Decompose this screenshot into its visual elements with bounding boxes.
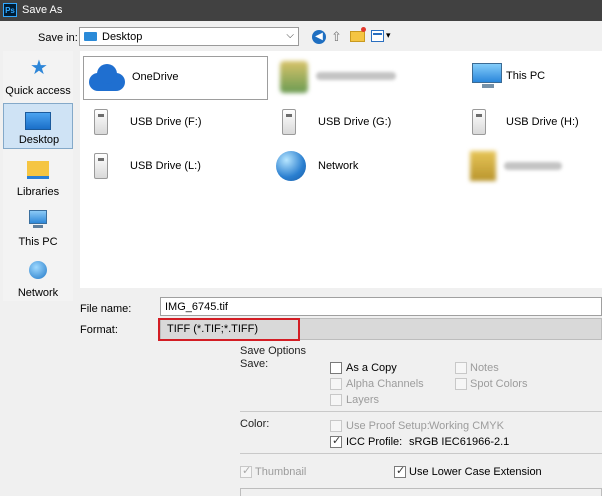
file-item-label: USB Drive (H:) — [506, 116, 579, 128]
file-item-usb-g[interactable]: USB Drive (G:) — [278, 103, 448, 143]
layers-label: Layers — [346, 394, 380, 406]
usb-drive-icon — [94, 153, 108, 179]
file-item-label: USB Drive (F:) — [130, 116, 202, 128]
file-item-label: USB Drive (L:) — [130, 160, 201, 172]
places-sidebar: ★ Quick access Desktop Libraries This PC… — [3, 51, 73, 301]
usb-drive-icon — [472, 109, 486, 135]
back-icon[interactable]: ◀ — [312, 30, 326, 44]
lower-case-extension-checkbox[interactable] — [394, 464, 406, 478]
file-item-usb-h[interactable]: USB Drive (H:) — [468, 103, 598, 143]
file-item-usb-l[interactable]: USB Drive (L:) — [90, 147, 260, 187]
file-item-folder[interactable] — [468, 147, 598, 187]
file-item-usb-f[interactable]: USB Drive (F:) — [90, 103, 260, 143]
save-in-value: Desktop — [102, 31, 143, 43]
sidebar-item-libraries[interactable]: Libraries — [3, 154, 73, 200]
sidebar-item-label: Network — [17, 287, 59, 299]
network-icon — [29, 261, 47, 279]
view-bar — [373, 33, 382, 35]
window-title: Save As — [22, 4, 63, 16]
notes-label: Notes — [470, 362, 499, 374]
computer-icon — [472, 63, 502, 88]
onedrive-icon — [89, 64, 125, 91]
sidebar-item-desktop[interactable]: Desktop — [3, 103, 73, 149]
user-folder-icon — [280, 61, 308, 93]
icc-profile-label: ICC Profile: — [346, 436, 403, 448]
file-name-input[interactable]: IMG_6745.tif — [160, 297, 602, 316]
sidebar-item-label: This PC — [18, 236, 58, 248]
thumbnail-label: Thumbnail — [255, 466, 307, 478]
file-item-onedrive[interactable]: OneDrive — [83, 56, 268, 100]
file-item-label: USB Drive (G:) — [318, 116, 392, 128]
desktop-folder-icon — [84, 32, 97, 41]
view-menu-icon[interactable] — [371, 30, 384, 42]
spot-colors-label: Spot Colors — [470, 378, 528, 390]
icc-profile-value: sRGB IEC61966-2.1 — [409, 436, 510, 448]
file-item-label: Network — [318, 160, 359, 172]
use-proof-setup-value: Working CMYK — [429, 420, 504, 432]
file-name-label: File name: — [80, 303, 132, 315]
sidebar-item-label: Libraries — [16, 186, 60, 198]
libraries-icon — [27, 161, 49, 179]
separator — [240, 453, 602, 454]
format-highlight-box — [158, 318, 300, 341]
sidebar-item-quick-access[interactable]: ★ Quick access — [3, 53, 73, 99]
folder-icon — [470, 151, 496, 181]
notes-checkbox[interactable] — [455, 362, 467, 374]
file-item-label: OneDrive — [132, 71, 179, 83]
color-label: Color: — [240, 418, 270, 430]
sidebar-item-this-pc[interactable]: This PC — [3, 204, 73, 250]
lower-case-extension-label: Use Lower Case Extension — [409, 466, 542, 478]
photoshop-app-icon: Ps — [3, 3, 17, 17]
title-bar: Ps Save As — [0, 0, 602, 21]
icc-profile-checkbox[interactable] — [330, 434, 342, 448]
new-folder-icon[interactable] — [350, 27, 366, 42]
sidebar-item-label: Quick access — [5, 85, 71, 97]
save-in-dropdown[interactable]: Desktop ⌵ — [79, 27, 299, 46]
as-a-copy-label: As a Copy — [346, 362, 397, 374]
format-label: Format: — [80, 324, 118, 336]
desktop-icon — [25, 112, 51, 130]
use-proof-setup-label: Use Proof Setup: — [346, 420, 430, 432]
use-proof-setup-checkbox[interactable] — [330, 420, 342, 432]
sidebar-item-label: Desktop — [18, 134, 60, 146]
file-name-value: IMG_6745.tif — [165, 301, 228, 313]
separator — [240, 411, 602, 412]
save-in-label: Save in: — [38, 32, 78, 44]
file-item-network[interactable]: Network — [276, 147, 446, 187]
save-options-panel: Save Options Save: As a Copy Notes Alpha… — [236, 344, 602, 496]
computer-icon — [29, 210, 47, 228]
network-icon — [276, 151, 306, 181]
alpha-channels-label: Alpha Channels — [346, 378, 424, 390]
as-a-copy-checkbox[interactable] — [330, 362, 342, 374]
spot-colors-checkbox[interactable] — [455, 378, 467, 390]
bottom-panel-edge — [240, 488, 602, 496]
blurred-label — [316, 72, 396, 80]
file-item-label: This PC — [506, 70, 546, 82]
usb-drive-icon — [282, 109, 296, 135]
chevron-down-icon: ⌵ — [286, 30, 294, 41]
sidebar-item-network[interactable]: Network — [3, 255, 73, 301]
usb-drive-icon — [94, 109, 108, 135]
up-folder-icon[interactable]: ⇧ — [331, 29, 345, 47]
save-options-title: Save Options — [240, 345, 307, 357]
save-label: Save: — [240, 358, 269, 370]
blurred-label — [504, 162, 562, 170]
alpha-channels-checkbox[interactable] — [330, 378, 342, 390]
file-item-this-pc[interactable]: This PC — [468, 57, 598, 97]
file-item-user-folder[interactable] — [278, 57, 448, 97]
star-icon: ★ — [30, 57, 48, 79]
file-list[interactable]: OneDrive This PC USB Drive (F:) USB Driv… — [80, 51, 602, 288]
thumbnail-checkbox[interactable] — [240, 464, 252, 478]
layers-checkbox[interactable] — [330, 394, 342, 406]
view-chevron-icon[interactable]: ▾ — [386, 30, 391, 48]
